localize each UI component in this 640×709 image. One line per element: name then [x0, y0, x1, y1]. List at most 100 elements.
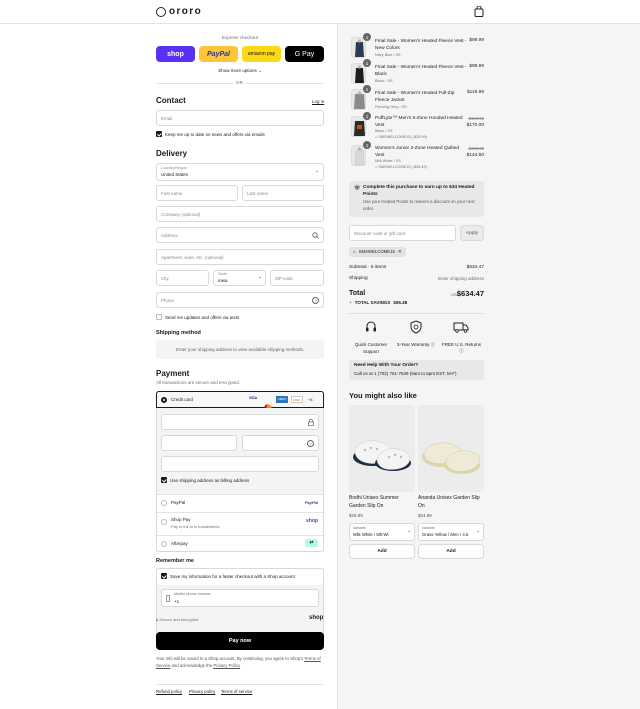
- add-to-cart-button[interactable]: Add: [418, 544, 484, 559]
- mobile-phone-field[interactable]: Mobile phone number +1: [161, 589, 319, 607]
- paypal-radio[interactable]: [161, 500, 167, 506]
- privacy-policy-link[interactable]: Privacy Policy: [213, 663, 240, 668]
- afterpay-option[interactable]: Afterpay ⇄: [157, 536, 323, 552]
- tag-icon: ⌂: [353, 249, 356, 254]
- shipping-method-message: Enter your shipping address to view avai…: [175, 347, 305, 352]
- first-name-placeholder: First name: [161, 191, 183, 196]
- quantity-badge: 1: [363, 33, 371, 41]
- zip-field[interactable]: ZIP code: [270, 270, 324, 286]
- upsell-product-name[interactable]: Ananda Unisex Garden Slip On: [418, 494, 484, 510]
- amazon-pay-express-button[interactable]: amazon pay: [242, 46, 281, 62]
- name-on-card-field[interactable]: [161, 456, 319, 472]
- info-icon[interactable]: ⓘ: [439, 348, 484, 354]
- country-select[interactable]: Country/Region United States ⌄: [156, 163, 324, 181]
- help-icon[interactable]: ?: [312, 297, 319, 304]
- credit-card-option[interactable]: Credit card VISA AMEX DISC +4: [156, 391, 324, 410]
- original-price: $199.99: [468, 116, 484, 121]
- security-code-field[interactable]: ?: [242, 435, 319, 451]
- info-icon[interactable]: ⓘ: [431, 342, 436, 347]
- expiry-field[interactable]: [161, 435, 237, 451]
- legal-mid: and acknowledge the: [171, 663, 213, 668]
- save-info-checkbox[interactable]: [161, 573, 167, 579]
- credit-card-radio[interactable]: [161, 397, 167, 403]
- shop-pay-logo-icon: shop: [306, 518, 318, 524]
- amazon-pay-label: amazon pay: [247, 51, 276, 57]
- variant-label: Variants: [353, 526, 366, 530]
- chevron-down-icon: ⌄: [407, 528, 411, 533]
- first-name-field[interactable]: First name: [156, 185, 238, 201]
- paypal-express-button[interactable]: PayPal: [199, 46, 238, 62]
- remove-discount-icon[interactable]: ✕: [398, 247, 402, 257]
- afterpay-radio[interactable]: [161, 541, 167, 547]
- payment-heading: Payment: [156, 369, 190, 378]
- news-checkbox[interactable]: [156, 131, 162, 137]
- address-field[interactable]: Address: [156, 227, 324, 243]
- upsell-product-price: $29.99: [349, 513, 363, 518]
- refund-policy-link[interactable]: Refund policy: [156, 689, 182, 694]
- shop-logo-icon: shop: [309, 615, 324, 621]
- city-field[interactable]: City: [156, 270, 209, 286]
- add-to-cart-button[interactable]: Add: [349, 544, 415, 559]
- discount-applied-label: SMSWELCOME15 (-$25.99): [378, 135, 427, 139]
- shield-icon: [410, 320, 422, 334]
- discount-tag-label: SMSWELCOME15: [358, 249, 395, 254]
- texts-checkbox-label: Send me updates and offers via texts: [165, 315, 240, 320]
- logo-circle-icon: [156, 6, 166, 17]
- privacy-policy-footer-link[interactable]: Privacy policy: [189, 689, 215, 694]
- phone-placeholder: Phone: [161, 298, 175, 303]
- shopping-bag-icon[interactable]: [474, 6, 484, 17]
- quantity-badge: 1: [363, 141, 371, 149]
- last-name-placeholder: Last name: [247, 191, 269, 196]
- apartment-field[interactable]: Apartment, suite, etc. (optional): [156, 249, 324, 265]
- pay-now-button[interactable]: Pay now: [156, 632, 324, 650]
- shop-pay-radio[interactable]: [161, 519, 167, 525]
- mobile-value: +1: [174, 599, 180, 604]
- country-label: Country/Region: [161, 166, 188, 170]
- apply-discount-button[interactable]: Apply: [460, 225, 484, 241]
- save-info-label: Save my information for a faster checkou…: [170, 574, 295, 579]
- company-field[interactable]: Company (optional): [156, 206, 324, 222]
- upsell-product-image[interactable]: [349, 405, 415, 492]
- truck-icon: [453, 322, 469, 333]
- upsell-product-name[interactable]: Bodhi Unisex Summer Garden Slip On: [349, 494, 415, 510]
- paypal-logo-icon: PayPal: [304, 500, 318, 505]
- card-number-field[interactable]: [161, 414, 319, 430]
- terms-of-service-footer-link[interactable]: Terms of service: [221, 689, 252, 694]
- upsell-variant-select[interactable]: Variants Milk White / Mk:Wt ⌄: [349, 523, 415, 541]
- city-placeholder: City: [161, 276, 169, 281]
- feature-label-text: 3-Year Warranty: [396, 342, 430, 347]
- delivery-heading: Delivery: [156, 149, 188, 158]
- billing-address-label: Use shipping address as billing address: [170, 478, 250, 483]
- log-in-link[interactable]: Log in: [312, 99, 324, 104]
- phone-field[interactable]: Phone ?: [156, 292, 324, 308]
- paypal-option[interactable]: PayPal PayPal: [157, 495, 323, 512]
- phone-icon: [166, 595, 170, 602]
- brand-logo[interactable]: ororo: [156, 6, 202, 17]
- state-select[interactable]: State Iowa ⌄: [213, 270, 266, 286]
- product-price: $99.99: [469, 64, 484, 69]
- discount-applied-label: SMSWELCOME15 (-$25.49): [378, 165, 427, 169]
- discount-code-field[interactable]: Discount code or gift card: [349, 225, 456, 241]
- product-price: $99.99: [469, 38, 484, 43]
- shop-pay-express-button[interactable]: shop: [156, 46, 195, 62]
- shop-pay-option[interactable]: Shop Pay Pay in full or in installments …: [157, 513, 323, 535]
- gpay-label: G Pay: [294, 50, 315, 58]
- product-variant: Black / XS: [375, 79, 393, 83]
- tag-icon: ⌂: [375, 165, 378, 169]
- contact-heading: Contact: [156, 96, 186, 105]
- last-name-field[interactable]: Last name: [242, 185, 324, 201]
- help-icon[interactable]: ?: [307, 440, 314, 447]
- product-price: $170.00: [466, 123, 484, 128]
- logo-text: ororo: [169, 6, 203, 17]
- upsell-variant-select[interactable]: Variants Grass Yellow / Men / 4.5 ⌄: [418, 523, 484, 541]
- texts-checkbox[interactable]: [156, 314, 162, 320]
- news-checkbox-label: Keep me up to date on news and offers vi…: [165, 132, 265, 137]
- savings-tag-icon: ◔: [349, 300, 352, 305]
- billing-address-checkbox[interactable]: [161, 477, 167, 483]
- upsell-product-image[interactable]: [418, 405, 484, 492]
- gpay-express-button[interactable]: G Pay: [285, 46, 324, 62]
- paypal-label: PayPal: [207, 50, 230, 58]
- divider: [349, 313, 484, 314]
- email-field[interactable]: Email: [156, 110, 324, 126]
- country-value: United States: [161, 172, 189, 177]
